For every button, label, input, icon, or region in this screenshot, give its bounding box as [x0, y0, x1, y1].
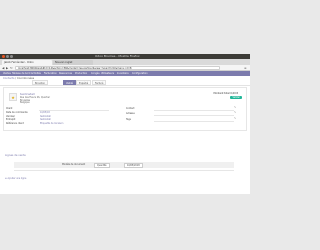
status-facture[interactable]: Facturé — [92, 80, 107, 85]
breadcrumb: Contacts / Coordonnées — [3, 77, 34, 80]
desktop-background — [0, 194, 250, 250]
field-underline — [154, 110, 234, 111]
field-value-order-date[interactable]: 10/05/18 — [40, 111, 50, 114]
status-brouillon[interactable]: Brouillon — [32, 80, 49, 85]
address-bar[interactable]: localhost:8069/web#id=14&action=89&model… — [15, 66, 220, 70]
form-sheet: ★ testinstall Rue des Fleurs 26, Quartie… — [3, 87, 247, 131]
edit-icon[interactable]: ✎ — [234, 117, 236, 120]
add-line-link[interactable]: ⊕ Ajouter une ligne — [5, 177, 26, 180]
field-label-client: Client — [6, 107, 13, 110]
partner-address-line3: Belgique — [20, 101, 30, 104]
reload-icon[interactable]: ↻ — [10, 66, 13, 70]
window-maximize-button[interactable] — [10, 55, 13, 58]
edit-icon[interactable]: ✎ — [234, 111, 236, 114]
field-label-order-date: Date de commande — [6, 111, 28, 114]
field-label-contact: Contact — [126, 107, 135, 110]
table-cell-date[interactable]: 10/05/2018 — [124, 163, 143, 168]
field-value-client-ref[interactable]: Etiquette de livraison — [40, 122, 63, 125]
total-amount-label: Montant total — [213, 92, 230, 95]
table-row: Modèle de document Quantité 10/05/2018 — [14, 162, 234, 168]
field-label-address: Adresse — [126, 112, 135, 115]
total-amount: Montant total 0,00 € — [214, 92, 239, 95]
field-underline — [154, 115, 234, 116]
section-title: Lignes de vente — [5, 154, 26, 157]
total-amount-value: 0,00 € — [230, 92, 238, 95]
main-content: Contacts / Coordonnées Brouillon Validé … — [0, 76, 250, 194]
table-cell-document: Modèle de document — [62, 163, 86, 166]
add-line-label: Ajouter une ligne — [7, 177, 27, 180]
divider — [14, 170, 234, 171]
forward-icon[interactable]: ▶ — [6, 66, 8, 70]
breadcrumb-parent[interactable]: Contacts — [3, 77, 14, 80]
field-label-client-ref: Référence client — [6, 122, 24, 125]
window-close-button[interactable] — [2, 55, 5, 58]
field-label-warehouse: Entrepôt — [6, 118, 16, 121]
table-cell-quantity[interactable]: Quantité — [94, 163, 110, 168]
back-icon[interactable]: ◀ — [2, 66, 4, 70]
screen: Odoo Brumes - Mozilla Firefox Jakob Fern… — [0, 0, 250, 250]
field-value-warehouse[interactable]: testinstall — [40, 118, 51, 121]
status-expedie[interactable]: Expédié — [76, 80, 92, 85]
validate-button[interactable]: Valider — [230, 96, 242, 99]
partner-avatar[interactable]: ★ — [9, 93, 17, 101]
edit-icon[interactable]: ✎ — [234, 106, 236, 109]
field-underline — [154, 121, 234, 122]
field-label-tags: Tags — [126, 118, 131, 121]
control-panel: Contacts / Coordonnées Brouillon Validé … — [0, 76, 250, 86]
status-valide[interactable]: Validé — [63, 80, 76, 85]
menu-icon[interactable]: ≡ — [244, 66, 247, 70]
window-minimize-button[interactable] — [6, 55, 9, 58]
